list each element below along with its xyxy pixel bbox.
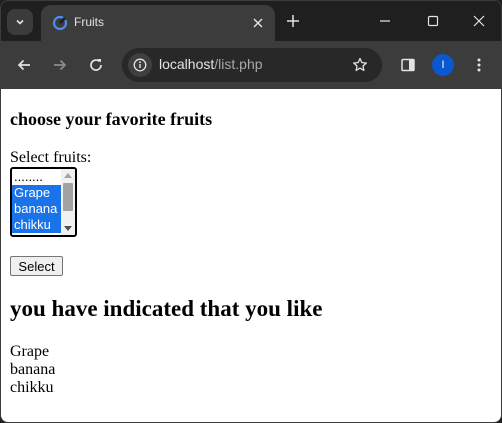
scroll-up-button[interactable] <box>61 169 75 181</box>
select-label: Select fruits: <box>10 149 92 166</box>
fruits-listbox[interactable]: ........ Grape banana chikku <box>10 167 77 237</box>
result-item: banana <box>10 361 56 378</box>
star-icon <box>353 57 367 72</box>
tab-search-button[interactable] <box>7 9 33 35</box>
new-tab-button[interactable] <box>283 11 303 31</box>
address-bar[interactable]: localhost/list.php <box>122 48 382 82</box>
forward-button[interactable] <box>48 53 72 77</box>
profile-avatar[interactable]: I <box>432 54 454 76</box>
page-content: choose your favorite fruits Select fruit… <box>1 89 501 422</box>
url-host: localhost <box>159 56 215 72</box>
plus-icon <box>287 15 299 27</box>
reload-button[interactable] <box>84 53 108 77</box>
result-heading: you have indicated that you like <box>10 296 323 321</box>
scroll-down-button[interactable] <box>61 223 75 235</box>
tab-title: Fruits <box>74 15 104 29</box>
scroll-thumb[interactable] <box>63 183 73 211</box>
result-item: Grape <box>10 343 50 360</box>
option-placeholder[interactable]: ........ <box>12 169 61 185</box>
tab-strip: Fruits <box>1 1 501 41</box>
side-panel-button[interactable] <box>396 53 420 77</box>
url-text: localhost/list.php <box>159 56 263 72</box>
option-banana[interactable]: banana <box>12 201 61 217</box>
minimize-icon <box>380 20 390 22</box>
browser-window: Fruits localhost/list.php I choose your … <box>0 0 502 423</box>
option-chikku[interactable]: chikku <box>12 217 61 233</box>
bookmark-button[interactable] <box>350 55 370 75</box>
page-favicon-icon <box>52 15 68 31</box>
maximize-button[interactable] <box>421 9 445 33</box>
menu-button[interactable] <box>467 53 491 77</box>
triangle-down-icon <box>64 226 72 231</box>
url-path: /list.php <box>214 56 263 72</box>
maximize-icon <box>427 15 439 27</box>
close-icon <box>253 18 263 28</box>
minimize-button[interactable] <box>373 9 397 33</box>
listbox-scrollbar[interactable] <box>61 169 75 235</box>
info-icon <box>133 58 147 72</box>
side-panel-icon <box>401 58 415 72</box>
chevron-down-icon <box>16 19 24 25</box>
tab-close-button[interactable] <box>249 14 267 32</box>
back-button[interactable] <box>12 53 36 77</box>
option-grape[interactable]: Grape <box>12 185 61 201</box>
page-heading: choose your favorite fruits <box>10 109 213 129</box>
result-item: chikku <box>10 379 54 396</box>
triangle-up-icon <box>64 173 72 178</box>
more-vertical-icon <box>477 58 481 72</box>
select-button[interactable]: Select <box>10 256 63 276</box>
tab-fruits[interactable]: Fruits <box>41 5 275 41</box>
arrow-right-icon <box>54 59 67 71</box>
site-info-button[interactable] <box>128 53 152 77</box>
browser-toolbar: localhost/list.php I <box>1 41 501 89</box>
window-close-button[interactable] <box>467 9 491 33</box>
arrow-left-icon <box>17 59 30 71</box>
reload-icon <box>90 59 102 71</box>
close-icon <box>473 15 485 27</box>
